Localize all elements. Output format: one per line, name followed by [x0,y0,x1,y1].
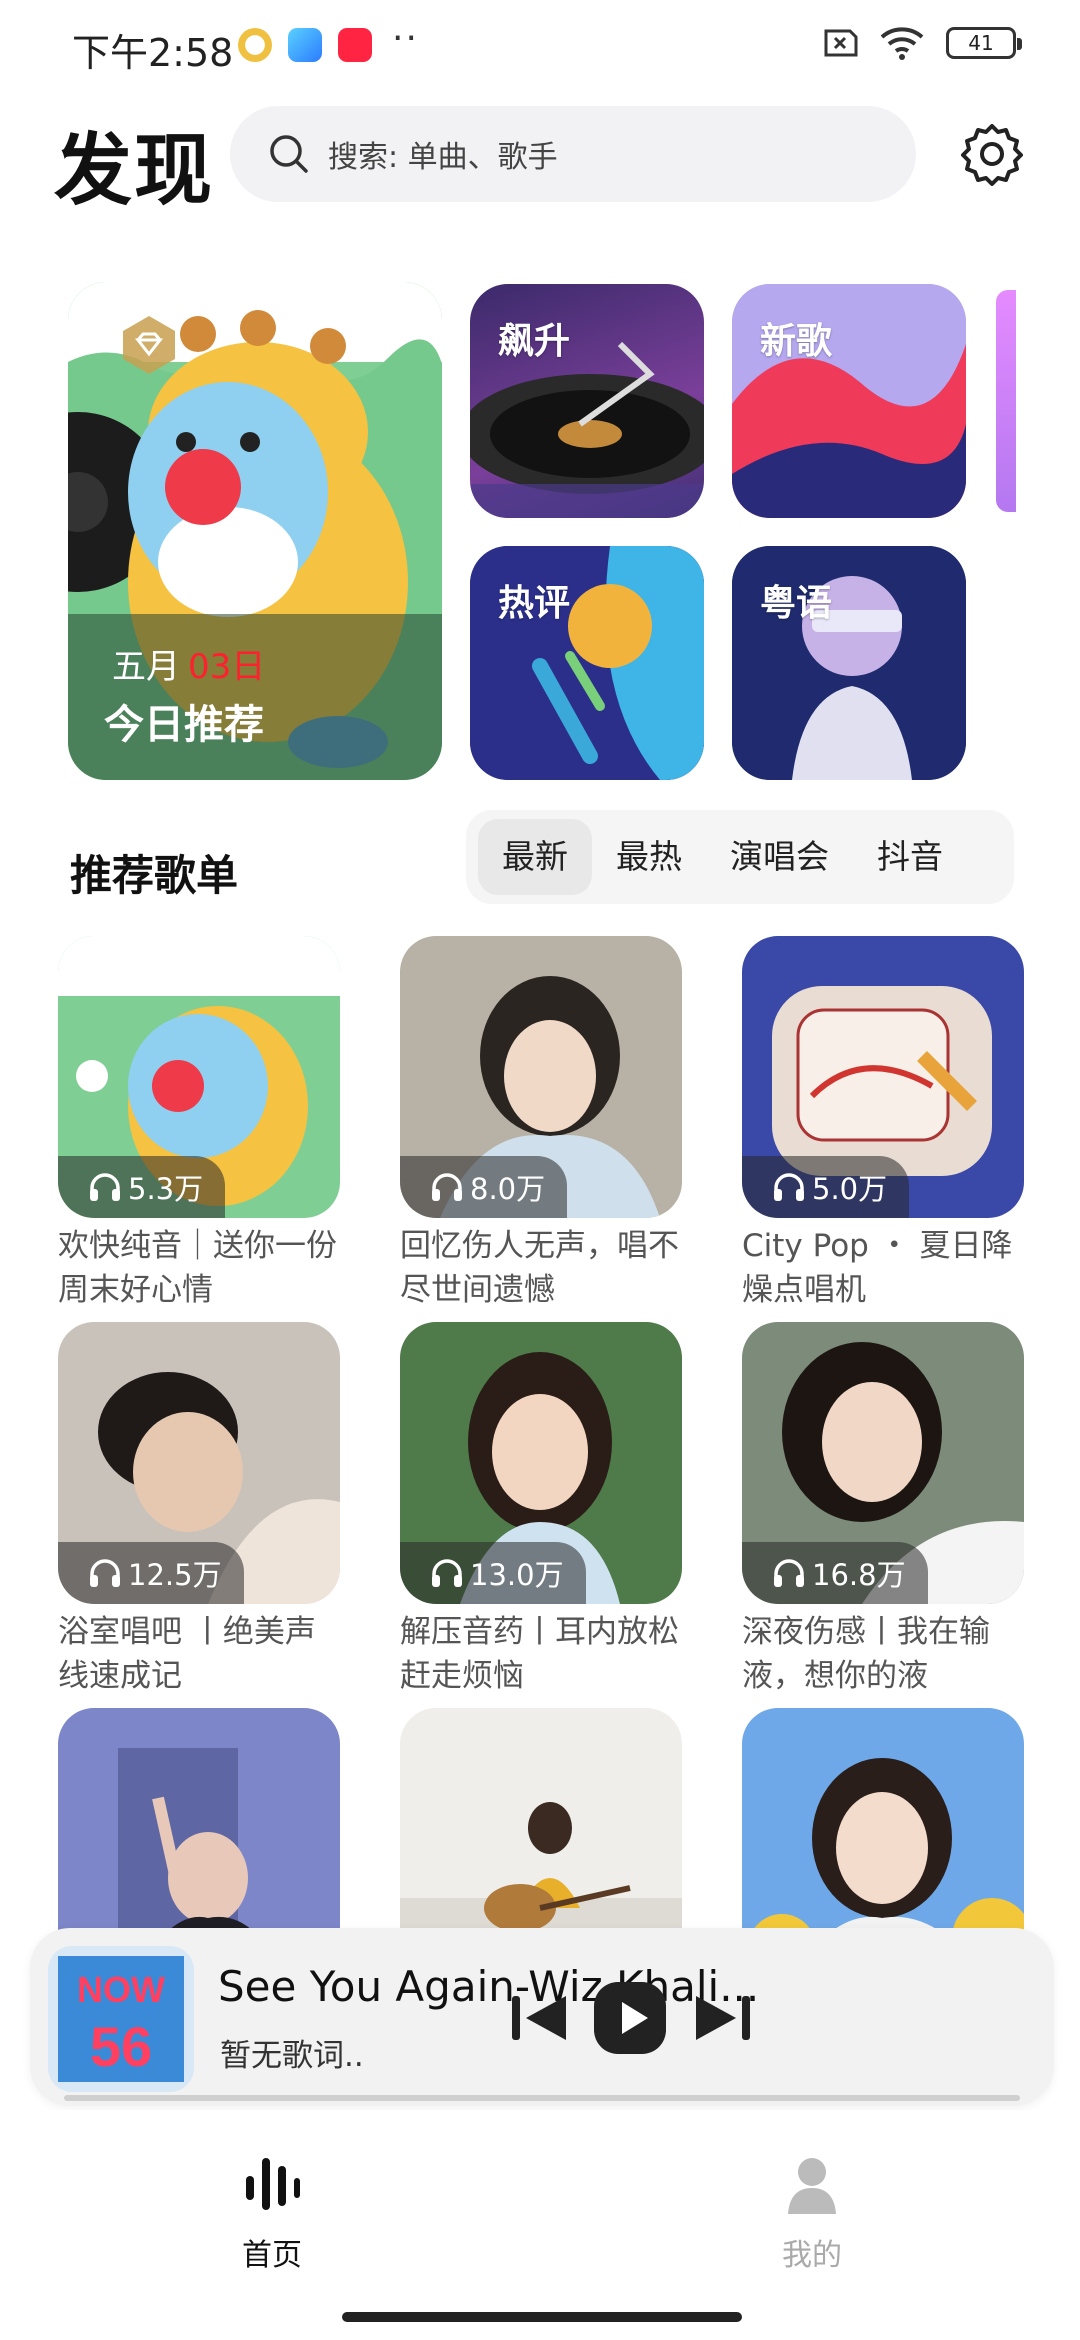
play-count: 12.5万 [58,1542,244,1604]
tab-douyin[interactable]: 抖音 [853,819,967,895]
previous-track-icon[interactable] [500,1978,580,2058]
playlist-title: 回忆伤人无声，唱不尽世间遗憾 [400,1228,679,1308]
playlist-cover: 5.0万 [742,936,1024,1218]
nav-home-label: 首页 [242,2238,302,2273]
playlist-cover: 16.8万 [742,1322,1024,1604]
play-count: 5.3万 [58,1156,226,1218]
tile-hot-comments[interactable]: 热评 [470,546,704,780]
album-cover-artwork: NOW 56 [48,1946,194,2092]
daily-recommend-card[interactable]: 五月 03日 今日推荐 [68,282,442,780]
headphones-icon [774,1559,804,1587]
playlist-cover: 13.0万 [400,1322,682,1604]
nav-mine-label: 我的 [782,2238,842,2273]
play-button-icon[interactable] [590,1978,670,2058]
home-indicator [342,2312,742,2322]
playlist-title: 欢快纯音｜送你一份周末好心情 [58,1228,337,1308]
playback-progress-track[interactable] [64,2095,1020,2101]
featured-title: 今日推荐 [104,702,264,748]
featured-date: 五月 03日 [112,639,265,688]
play-count: 5.0万 [742,1156,910,1218]
no-sim-icon [824,29,858,57]
section-title: 推荐歌单 [70,851,239,900]
tile-label: 飙升 [498,321,571,362]
playlist-card[interactable]: 8.0万 回忆伤人无声，唱不尽世间遗憾 [400,936,682,1312]
play-count: 8.0万 [400,1156,568,1218]
album-number: 56 [90,2015,152,2078]
playlist-card[interactable]: 5.3万 欢快纯音｜送你一份周末好心情 [58,936,340,1312]
playlist-title: City Pop ・ 夏日降燥点唱机 [742,1228,1013,1308]
profile-icon [788,2158,836,2214]
tile-new-songs[interactable]: 新歌 [732,284,966,518]
header: 发现 搜索: 单曲、歌手 [0,100,1080,216]
search-icon [270,135,308,173]
diamond-badge-icon [123,316,175,374]
featured-day: 03日 [188,647,266,687]
album-text: NOW [77,1969,165,2010]
playlist-title: 解压音药丨耳内放松赶走烦恼 [400,1614,679,1694]
playlist-title: 深夜伤感丨我在输液，想你的液 [742,1614,990,1694]
wifi-icon [880,27,924,60]
tile-soaring[interactable]: 飙升 [470,284,704,518]
playlist-tabs: 最新 最热 演唱会 抖音 [466,810,1014,904]
tile-label: 热评 [498,583,571,624]
tab-latest[interactable]: 最新 [478,819,592,895]
album-cover: NOW 56 [48,1946,194,2092]
page-title: 发现 [54,126,215,216]
playlist-cover: 12.5万 [58,1322,340,1604]
headphones-icon [90,1173,120,1201]
playlist-card[interactable]: 16.8万 深夜伤感丨我在输液，想你的液 [742,1322,1024,1698]
status-right: 41 [818,26,1022,60]
headphones-icon [90,1559,120,1587]
status-notification-icons [238,28,372,62]
play-count: 16.8万 [742,1542,928,1604]
clock-app-icon [238,28,272,62]
bottom-nav: 首页 我的 [0,2110,1080,2340]
next-track-icon[interactable] [682,1978,762,2058]
xiaohongshu-icon [338,28,372,62]
search-bar[interactable]: 搜索: 单曲、歌手 [230,106,916,202]
more-notifications-icon: ·· [392,18,419,59]
battery-icon: 41 [946,27,1022,59]
track-lyrics: 暂无歌词.. [220,2038,364,2074]
playlist-title: 浴室唱吧 丨绝美声线速成记 [58,1614,316,1694]
tile-label: 粤语 [760,583,833,624]
settings-gear-icon[interactable] [958,120,1026,188]
tile-peek-next[interactable] [996,290,1016,512]
playlist-cover: 5.3万 [58,936,340,1218]
waveform-home-icon [246,2158,300,2210]
playlist-card[interactable]: 12.5万 浴室唱吧 丨绝美声线速成记 [58,1322,340,1698]
playlist-card[interactable]: 13.0万 解压音药丨耳内放松赶走烦恼 [400,1322,682,1698]
play-count: 13.0万 [400,1542,586,1604]
headphones-icon [432,1173,462,1201]
tab-hottest[interactable]: 最热 [592,819,706,895]
playlist-cover: 8.0万 [400,936,682,1218]
tile-cantonese[interactable]: 粤语 [732,546,966,780]
mini-player[interactable]: NOW 56 See You Again-Wiz Khali... 暂无歌词.. [30,1928,1054,2106]
tile-label: 新歌 [760,321,833,362]
headphones-icon [774,1173,804,1201]
featured-month: 五月 [112,647,180,687]
search-placeholder: 搜索: 单曲、歌手 [328,140,558,175]
nav-mine[interactable]: 我的 [732,2152,892,2274]
status-time: 下午2:58 [72,31,234,75]
headphones-icon [432,1559,462,1587]
status-bar: 下午2:58 ·· 41 [0,0,1080,96]
nav-home[interactable]: 首页 [192,2152,352,2274]
playlist-card[interactable]: 5.0万 City Pop ・ 夏日降燥点唱机 [742,936,1024,1312]
app-notification-icon [288,28,322,62]
tab-concert[interactable]: 演唱会 [706,819,853,895]
